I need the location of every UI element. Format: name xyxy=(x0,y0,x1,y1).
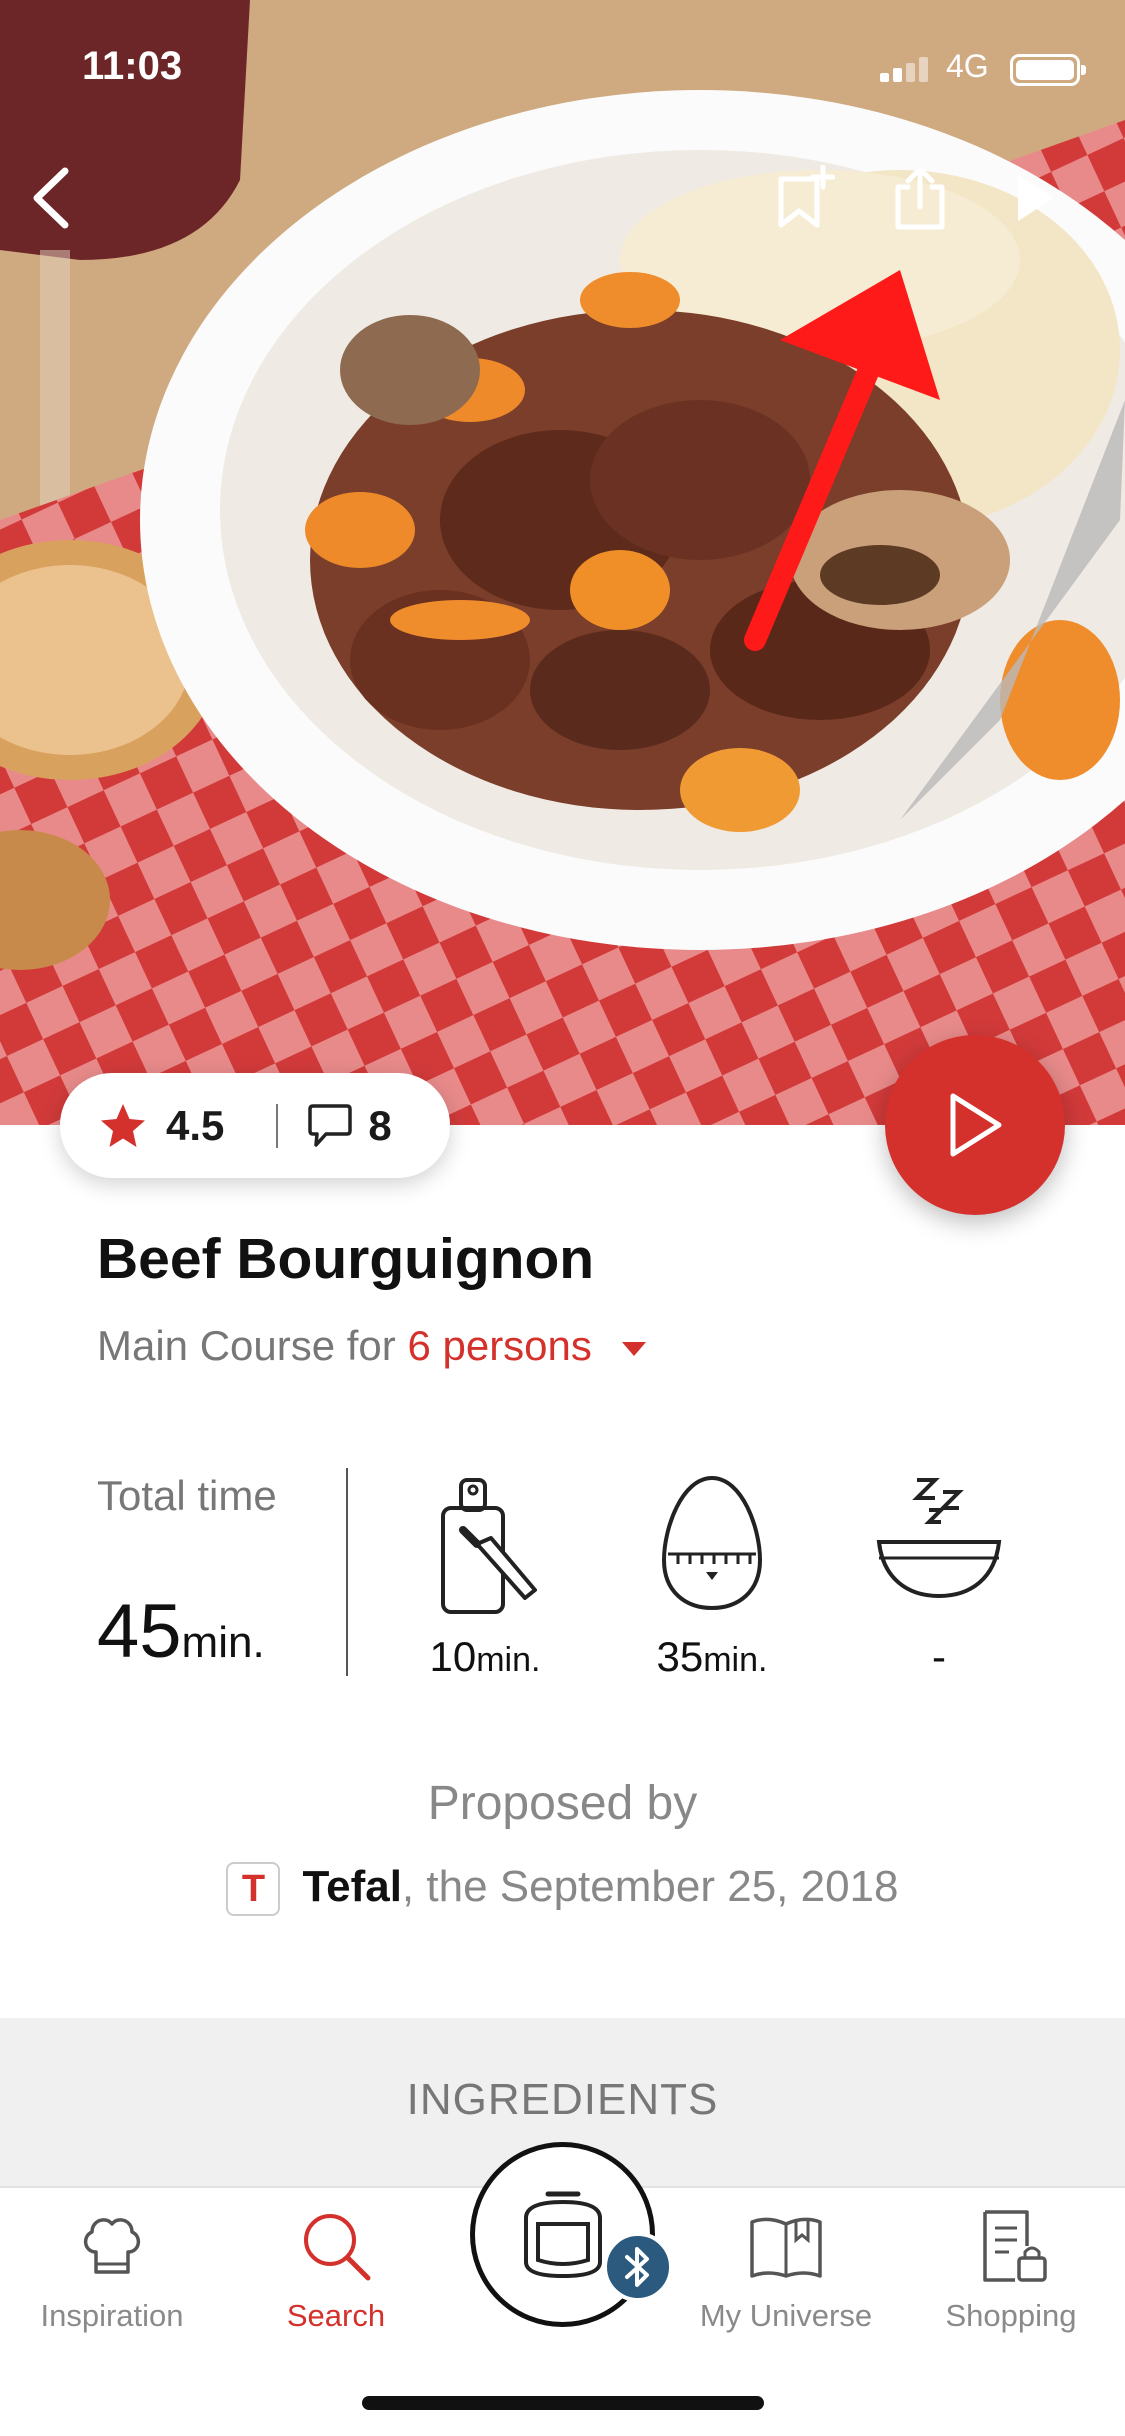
tab-inspiration[interactable]: Inspiration xyxy=(2,2206,222,2334)
rating-value: 4.5 xyxy=(166,1101,225,1149)
cooker-icon xyxy=(523,2191,602,2278)
sleep-bowl-icon xyxy=(876,1478,1002,1599)
share-icon xyxy=(895,166,945,230)
cook-time: 35min. xyxy=(612,1468,812,1681)
back-button[interactable] xyxy=(10,158,90,238)
egg-timer-icon xyxy=(661,1475,763,1611)
publish-date: , the September 25, 2018 xyxy=(401,1862,899,1911)
home-indicator xyxy=(362,2396,764,2410)
proposed-by-label: Proposed by xyxy=(427,1777,698,1830)
tab-label: Shopping xyxy=(945,2298,1077,2333)
author-line[interactable]: T Tefal, the September 25, 2018 xyxy=(0,1862,1125,1917)
bluetooth-icon xyxy=(625,2247,649,2287)
comment-icon xyxy=(308,1103,353,1147)
divider xyxy=(276,1103,279,1148)
rating-pill[interactable]: 4.5 8 xyxy=(60,1073,450,1178)
tab-label: My Universe xyxy=(699,2298,873,2333)
bluetooth-status[interactable] xyxy=(603,2232,673,2302)
tab-label: Inspiration xyxy=(40,2298,184,2333)
tab-label: Search xyxy=(286,2298,386,2333)
share-button[interactable] xyxy=(880,158,960,238)
start-cooking-button[interactable] xyxy=(885,1035,1065,1215)
tab-search[interactable]: Search xyxy=(226,2206,446,2334)
prep-time: 10min. xyxy=(385,1468,585,1681)
rest-time: - xyxy=(839,1468,1039,1681)
network-type: 4G xyxy=(946,48,989,84)
play-icon xyxy=(950,1093,1002,1157)
play-video-button[interactable] xyxy=(995,158,1075,238)
cook-time-value: 35min. xyxy=(656,1633,768,1680)
tefal-logo-icon: T xyxy=(226,1862,281,1917)
shopping-list-icon xyxy=(983,2210,1047,2282)
recipe-subtitle: Main Course for 6 persons xyxy=(97,1322,646,1370)
persons-selector[interactable]: 6 persons xyxy=(407,1322,591,1369)
bookmark-button[interactable] xyxy=(765,158,845,238)
tab-shopping[interactable]: Shopping xyxy=(901,2206,1121,2334)
play-icon xyxy=(1018,175,1054,221)
ingredients-header: INGREDIENTS xyxy=(406,2075,719,2124)
comments-count: 8 xyxy=(368,1101,392,1149)
recipe-title: Beef Bourguignon xyxy=(97,1227,595,1291)
rest-time-value: - xyxy=(932,1633,946,1680)
chef-hat-icon xyxy=(83,2218,141,2274)
back-icon xyxy=(33,167,69,229)
author-name[interactable]: Tefal xyxy=(302,1862,401,1911)
course-label: Main Course for xyxy=(97,1322,396,1369)
status-bar: 11:03 4G xyxy=(0,0,1125,135)
search-icon xyxy=(304,2214,371,2281)
book-icon xyxy=(750,2217,822,2278)
divider xyxy=(346,1468,348,1676)
cutting-board-icon xyxy=(441,1478,537,1614)
tab-my-universe[interactable]: My Universe xyxy=(676,2206,896,2334)
star-icon xyxy=(101,1103,145,1147)
total-time-label: Total time xyxy=(97,1472,277,1519)
bookmark-add-icon xyxy=(778,165,835,228)
status-time: 11:03 xyxy=(82,44,183,88)
prep-time-value: 10min. xyxy=(429,1633,541,1680)
chevron-down-icon[interactable] xyxy=(621,1341,646,1356)
total-time-value: 45min. xyxy=(97,1589,265,1674)
battery-icon xyxy=(1010,54,1086,86)
signal-icon xyxy=(880,56,928,82)
